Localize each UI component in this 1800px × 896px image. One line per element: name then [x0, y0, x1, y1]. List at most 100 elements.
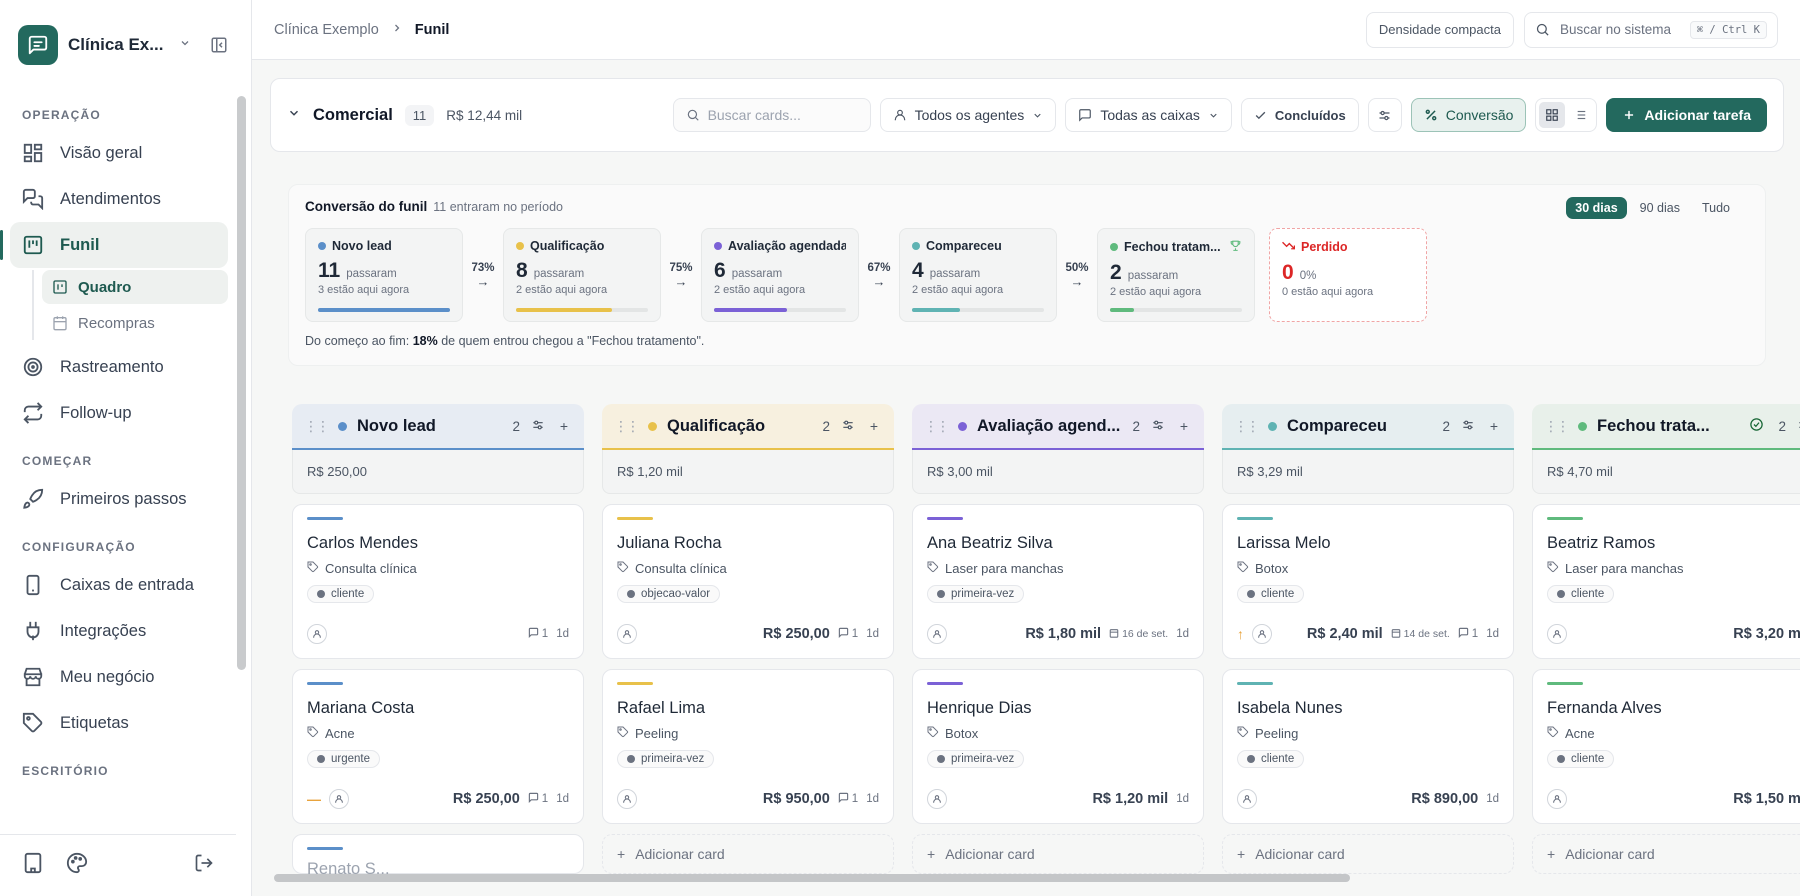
column-settings-icon[interactable] [1796, 418, 1800, 435]
grid-view-icon[interactable] [1539, 102, 1566, 128]
column-header[interactable]: ⋮⋮ Fechou trata... 2 [1532, 404, 1800, 450]
card-search-input[interactable]: Buscar cards... [672, 98, 871, 132]
deal-card[interactable]: Rafael Lima Peeling primeira-vez R$ 950,00 1… [602, 669, 894, 824]
assignee-avatar[interactable] [329, 789, 349, 809]
density-toggle-button[interactable]: Densidade compacta [1365, 11, 1514, 48]
column-settings-icon[interactable] [1150, 418, 1166, 435]
inboxes-filter-dropdown[interactable]: Todas as caixas [1065, 98, 1232, 132]
building-icon[interactable] [22, 852, 44, 879]
add-card-plus-icon[interactable]: + [1176, 418, 1192, 434]
deal-card[interactable]: Fernanda Alves Acne cliente R$ 1,50 mil [1532, 669, 1800, 824]
logout-icon[interactable] [194, 853, 214, 878]
board-horizontal-scrollbar[interactable] [274, 874, 1350, 882]
period-tudo[interactable]: Tudo [1693, 197, 1739, 219]
agents-filter-dropdown[interactable]: Todos os agentes [879, 98, 1057, 132]
lost-stage-card[interactable]: Perdido 0 0% 0 estão aqui agora [1269, 228, 1427, 322]
completed-toggle[interactable]: Concluídos [1240, 98, 1359, 132]
system-search-input[interactable]: Buscar no sistema ⌘ / Ctrl K [1524, 11, 1778, 48]
card-label-chip[interactable]: cliente [1237, 750, 1305, 768]
breadcrumb-root[interactable]: Clínica Exemplo [274, 22, 379, 38]
sidebar-item-primeiros-passos[interactable]: Primeiros passos [10, 476, 228, 522]
add-card-button[interactable]: + Adicionar card [602, 834, 894, 874]
add-card-plus-icon[interactable]: + [1486, 418, 1502, 434]
card-label-chip[interactable]: cliente [307, 585, 375, 603]
column-header[interactable]: ⋮⋮ Novo lead 2 + [292, 404, 584, 450]
period-90-dias[interactable]: 90 dias [1631, 197, 1689, 219]
drag-handle-icon[interactable]: ⋮⋮ [1234, 418, 1260, 435]
card-label-chip[interactable]: cliente [1547, 585, 1615, 603]
column-settings-icon[interactable] [840, 418, 856, 435]
deal-card[interactable]: Beatriz Ramos Laser para manchas cliente R$… [1532, 504, 1800, 659]
deal-card[interactable]: Mariana Costa Acne urgente — R$ 250,00 1 1d [292, 669, 584, 824]
deal-card[interactable]: Ana Beatriz Silva Laser para manchas prime… [912, 504, 1204, 659]
add-card-button[interactable]: + Adicionar card [1222, 834, 1514, 874]
column-header[interactable]: ⋮⋮ Avaliação agend... 2 + [912, 404, 1204, 450]
sidebar-item-visao-geral[interactable]: Visão geral [10, 130, 228, 176]
card-label-chip[interactable]: primeira-vez [927, 585, 1025, 603]
conversion-stage-card[interactable]: Fechou tratam... 2 passaram 2 estão aqui ag… [1097, 228, 1255, 322]
card-label-chip[interactable]: cliente [1237, 585, 1305, 603]
kanban-icon [23, 235, 43, 255]
conversion-stage-card[interactable]: Qualificação 8 passaram 2 estão aqui agora [503, 228, 661, 322]
card-label-chip[interactable]: urgente [307, 750, 381, 768]
palette-icon[interactable] [66, 852, 88, 879]
add-card-plus-icon[interactable]: + [866, 418, 882, 434]
brand-logo[interactable] [18, 25, 58, 65]
chevron-down-icon[interactable] [287, 106, 301, 125]
assignee-avatar[interactable] [1252, 624, 1272, 644]
deal-card[interactable]: Henrique Dias Botox primeira-vez R$ 1,20 mi… [912, 669, 1204, 824]
sidebar-item-meu-negocio[interactable]: Meu negócio [10, 654, 228, 700]
card-label-chip[interactable]: primeira-vez [617, 750, 715, 768]
sidebar-scrollbar[interactable] [237, 96, 246, 670]
assignee-avatar[interactable] [617, 789, 637, 809]
collapse-sidebar-icon[interactable] [205, 31, 233, 59]
assignee-avatar[interactable] [1547, 624, 1567, 644]
card-label-chip[interactable]: primeira-vez [927, 750, 1025, 768]
deal-card[interactable]: Larissa Melo Botox cliente ↑ R$ 2,40 mil 14 d… [1222, 504, 1514, 659]
sidebar-item-funil[interactable]: Funil [0, 222, 228, 268]
drag-handle-icon[interactable]: ⋮⋮ [924, 418, 950, 435]
sidebar-item-rastreamento[interactable]: Rastreamento [10, 344, 228, 390]
sidebar-item-integracoes[interactable]: Integrações [10, 608, 228, 654]
add-card-plus-icon[interactable]: + [556, 418, 572, 434]
assignee-avatar[interactable] [307, 624, 327, 644]
sidebar-item-follow-up[interactable]: Follow-up [10, 390, 228, 436]
add-task-button[interactable]: Adicionar tarefa [1606, 98, 1767, 132]
period-30-dias[interactable]: 30 dias [1566, 197, 1627, 219]
column-settings-icon[interactable] [530, 418, 546, 435]
card-label-chip[interactable]: cliente [1547, 750, 1615, 768]
drag-handle-icon[interactable]: ⋮⋮ [614, 418, 640, 435]
drag-handle-icon[interactable]: ⋮⋮ [304, 418, 330, 435]
column-settings-icon[interactable] [1460, 418, 1476, 435]
assignee-avatar[interactable] [617, 624, 637, 644]
sidebar-item-etiquetas[interactable]: Etiquetas [10, 700, 228, 746]
sidebar-subitem-quadro[interactable]: Quadro [42, 270, 228, 304]
add-card-button[interactable]: + Adicionar card [1532, 834, 1800, 874]
kanban-column: ⋮⋮ Compareceu 2 + R$ 3,29 mil Larissa Melo Bot… [1222, 404, 1514, 874]
assignee-avatar[interactable] [1547, 789, 1567, 809]
list-view-icon[interactable] [1567, 102, 1593, 128]
pipeline-title[interactable]: Comercial [313, 106, 393, 125]
workspace-name[interactable]: Clínica Ex... [68, 35, 163, 55]
conversion-toggle[interactable]: Conversão [1410, 98, 1527, 132]
deal-card-partial[interactable]: Renato S... [292, 834, 584, 874]
deal-card[interactable]: Isabela Nunes Peeling cliente R$ 890,00 1d [1222, 669, 1514, 824]
conversion-stage-card[interactable]: Avaliação agendada 6 passaram 2 estão aqui … [701, 228, 859, 322]
conversion-stage-card[interactable]: Novo lead 11 passaram 3 estão aqui agora [305, 228, 463, 322]
column-header[interactable]: ⋮⋮ Compareceu 2 + [1222, 404, 1514, 450]
sidebar-item-caixas-de-entrada[interactable]: Caixas de entrada [10, 562, 228, 608]
sidebar-item-atendimentos[interactable]: Atendimentos [10, 176, 228, 222]
deal-card[interactable]: Juliana Rocha Consulta clínica objecao-val… [602, 504, 894, 659]
column-header[interactable]: ⋮⋮ Qualificação 2 + [602, 404, 894, 450]
assignee-avatar[interactable] [927, 789, 947, 809]
pipeline-settings-button[interactable] [1367, 98, 1402, 132]
drag-handle-icon[interactable]: ⋮⋮ [1544, 418, 1570, 435]
chevron-down-icon[interactable] [179, 36, 191, 54]
assignee-avatar[interactable] [1237, 789, 1257, 809]
deal-card[interactable]: Carlos Mendes Consulta clínica cliente 1 1d [292, 504, 584, 659]
sidebar-subitem-recompras[interactable]: Recompras [42, 306, 228, 340]
conversion-stage-card[interactable]: Compareceu 4 passaram 2 estão aqui agora [899, 228, 1057, 322]
card-label-chip[interactable]: objecao-valor [617, 585, 721, 603]
add-card-button[interactable]: + Adicionar card [912, 834, 1204, 874]
assignee-avatar[interactable] [927, 624, 947, 644]
